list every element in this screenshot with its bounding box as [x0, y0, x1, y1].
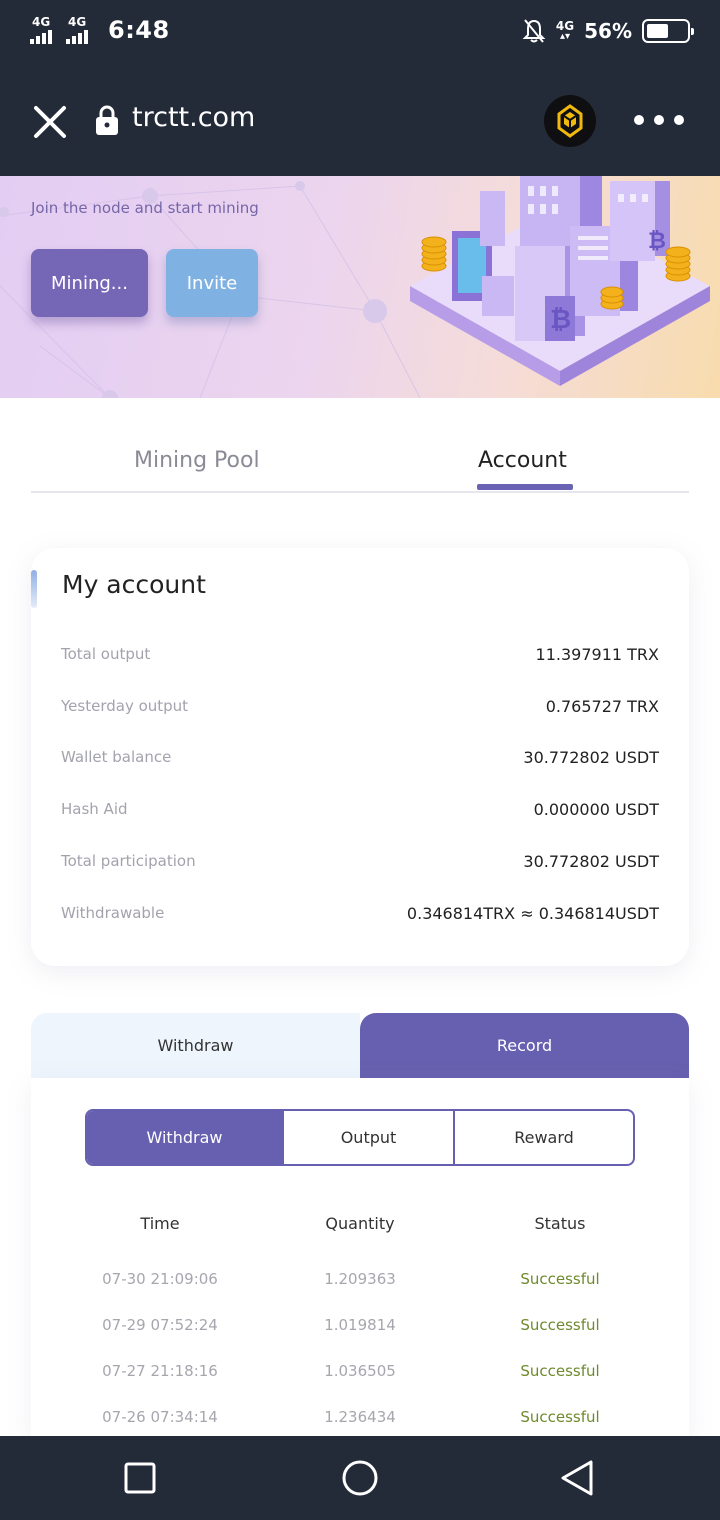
column-status: Status: [534, 1214, 586, 1233]
account-row: Withdrawable 0.346814TRX ≈ 0.346814USDT: [61, 899, 659, 927]
row-value: 11.397911 TRX: [535, 644, 659, 664]
cell-status: Successful: [520, 1316, 600, 1334]
row-value: 0.346814TRX ≈ 0.346814USDT: [406, 903, 659, 923]
battery-percent: 56%: [584, 19, 632, 43]
row-label: Withdrawable: [61, 904, 165, 922]
record-panel: Withdraw Output Reward Time Quantity Sta…: [31, 1078, 689, 1438]
account-card: My account Total output 11.397911 TRX Ye…: [31, 548, 689, 966]
cell-quantity: 1.036505: [324, 1362, 396, 1380]
table-row: 07-29 07:52:24 1.019814 Successful: [31, 1316, 689, 1340]
table-row: 07-26 07:34:14 1.236434 Successful: [31, 1408, 689, 1432]
cell-time: 07-27 21:18:16: [102, 1362, 218, 1380]
tab-mining-pool[interactable]: Mining Pool: [134, 448, 260, 473]
row-value: 0.000000 USDT: [533, 799, 659, 819]
row-value: 30.772802 USDT: [523, 747, 659, 767]
invite-button[interactable]: Invite: [166, 249, 258, 317]
active-tab-indicator: [477, 484, 573, 490]
browser-toolbar: trctt.com: [0, 62, 720, 176]
mining-button[interactable]: Mining...: [31, 249, 148, 317]
segment-output[interactable]: Output: [282, 1111, 455, 1164]
cell-status: Successful: [520, 1270, 600, 1288]
lock-icon: [96, 105, 118, 135]
account-title: My account: [62, 570, 206, 599]
main-tabs: Mining Pool Account: [31, 430, 689, 493]
back-icon[interactable]: [558, 1458, 598, 1498]
system-nav-bar: [0, 1436, 720, 1520]
tab-account[interactable]: Account: [478, 448, 567, 473]
recent-apps-icon[interactable]: [120, 1458, 160, 1498]
withdraw-record-tabs: Withdraw Record: [31, 1013, 689, 1078]
account-row: Wallet balance 30.772802 USDT: [61, 743, 659, 771]
title-accent-bar: [31, 570, 37, 608]
cell-status: Successful: [520, 1408, 600, 1426]
cell-time: 07-29 07:52:24: [102, 1316, 218, 1334]
table-row: 07-27 21:18:16 1.036505 Successful: [31, 1362, 689, 1386]
row-label: Total output: [61, 645, 151, 663]
cell-quantity: 1.209363: [324, 1270, 396, 1288]
tab-withdraw[interactable]: Withdraw: [31, 1013, 360, 1078]
battery-icon: [642, 19, 694, 43]
segment-reward[interactable]: Reward: [455, 1111, 633, 1164]
column-time: Time: [140, 1214, 180, 1233]
cell-quantity: 1.236434: [324, 1408, 396, 1426]
table-row: 07-30 21:09:06 1.209363 Successful: [31, 1270, 689, 1294]
cell-time: 07-26 07:34:14: [102, 1408, 218, 1426]
cell-status: Successful: [520, 1362, 600, 1380]
more-icon[interactable]: [634, 110, 694, 130]
status-right: 4G ▴▾ 56%: [522, 18, 694, 44]
row-value: 0.765727 TRX: [545, 696, 659, 716]
account-row: Yesterday output 0.765727 TRX: [61, 692, 659, 720]
row-label: Yesterday output: [61, 697, 189, 715]
row-label: Hash Aid: [61, 800, 128, 818]
close-icon[interactable]: [30, 102, 70, 142]
account-row: Total output 11.397911 TRX: [61, 640, 659, 668]
row-label: Total participation: [61, 852, 196, 870]
mute-bell-icon: [522, 19, 546, 43]
table-header: Time Quantity Status: [31, 1214, 689, 1238]
banner: Join the node and start mining Mining...…: [0, 176, 720, 398]
status-bar: 4G 4G 6:48 4G ▴▾ 56%: [0, 0, 720, 62]
home-icon[interactable]: [340, 1458, 380, 1498]
status-left: 4G 4G 6:48: [30, 16, 170, 44]
signal-icon: 4G: [66, 16, 96, 44]
cell-quantity: 1.019814: [324, 1316, 396, 1334]
account-row: Total participation 30.772802 USDT: [61, 847, 659, 875]
clock: 6:48: [108, 16, 170, 44]
row-label: Wallet balance: [61, 748, 172, 766]
row-value: 30.772802 USDT: [523, 851, 659, 871]
bnb-icon[interactable]: [543, 94, 597, 148]
signal-label: 4G: [32, 15, 51, 29]
account-row: Hash Aid 0.000000 USDT: [61, 795, 659, 823]
network-indicator: 4G ▴▾: [555, 19, 575, 42]
city-illustration: ₿ ₿: [410, 176, 710, 386]
column-quantity: Quantity: [325, 1214, 395, 1233]
banner-subtitle: Join the node and start mining: [31, 199, 259, 217]
tab-record[interactable]: Record: [360, 1013, 689, 1078]
url-text[interactable]: trctt.com: [132, 102, 255, 133]
record-segment-control: Withdraw Output Reward: [85, 1109, 635, 1166]
signal-icon: 4G: [30, 16, 60, 44]
segment-withdraw[interactable]: Withdraw: [87, 1111, 282, 1164]
svg-text:₿: ₿: [550, 305, 571, 335]
cell-time: 07-30 21:09:06: [102, 1270, 218, 1288]
signal-label: 4G: [68, 15, 87, 29]
svg-text:₿: ₿: [648, 229, 666, 254]
